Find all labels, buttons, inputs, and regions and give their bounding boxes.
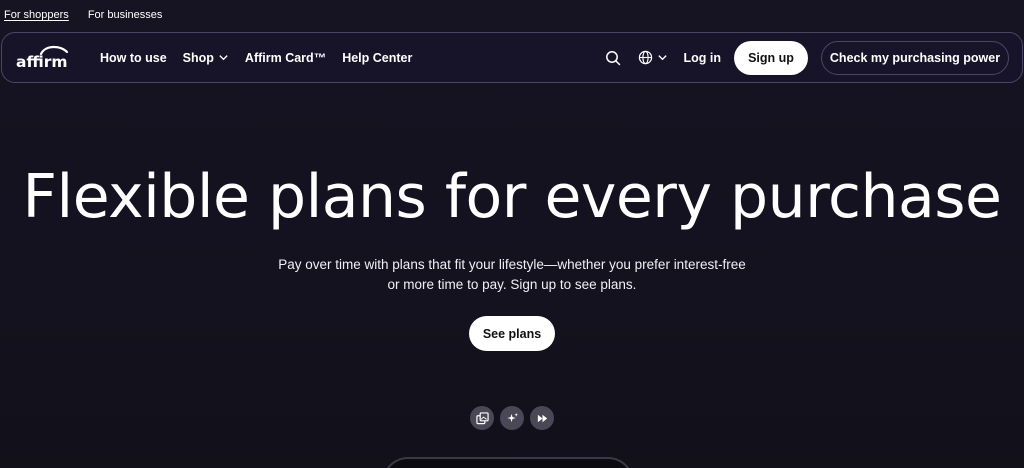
chevron-down-icon xyxy=(219,55,228,61)
page: For shoppers For businesses affirm How t… xyxy=(0,0,1024,468)
nav-actions: Log in Sign up Check my purchasing power xyxy=(604,33,1009,82)
sparkle-icon xyxy=(506,412,518,422)
gallery-button[interactable] xyxy=(470,406,494,430)
chevron-down-icon xyxy=(657,55,667,61)
audience-switch: For shoppers For businesses xyxy=(4,9,162,21)
phone-mockup-top xyxy=(382,457,634,468)
sparkle-button[interactable] xyxy=(500,406,524,430)
logo-text: affirm xyxy=(16,53,68,69)
for-businesses-link[interactable]: For businesses xyxy=(88,9,163,21)
skip-forward-icon xyxy=(537,414,547,422)
hero-subtitle: Pay over time with plans that fit your l… xyxy=(278,257,746,292)
nav-how-to-use[interactable]: How to use xyxy=(100,51,167,65)
nav-affirm-card[interactable]: Affirm Card™ xyxy=(245,51,326,65)
check-purchasing-power-button[interactable]: Check my purchasing power xyxy=(821,40,1009,75)
signup-button[interactable]: Sign up xyxy=(734,40,808,75)
affirm-logo[interactable]: affirm xyxy=(16,43,72,69)
see-plans-button[interactable]: See plans xyxy=(469,316,555,351)
nav-shop-label: Shop xyxy=(182,50,214,65)
search-icon xyxy=(605,50,620,65)
nav-links: How to use Shop Affirm Card™ Help Center xyxy=(100,33,412,82)
hero-title: Flexible plans for every purchase xyxy=(22,162,1002,232)
nav-shop[interactable]: Shop xyxy=(183,51,229,65)
login-link[interactable]: Log in xyxy=(684,51,722,65)
search-button[interactable] xyxy=(604,49,622,67)
for-shoppers-link[interactable]: For shoppers xyxy=(4,9,69,21)
globe-icon xyxy=(638,50,652,65)
language-selector[interactable] xyxy=(638,50,668,65)
main-navbar: affirm How to use Shop Affirm Card™ Help… xyxy=(1,32,1023,83)
gallery-icon xyxy=(475,411,489,424)
skip-forward-button[interactable] xyxy=(530,406,554,430)
nav-help-center[interactable]: Help Center xyxy=(342,51,412,65)
media-controls xyxy=(470,406,554,430)
